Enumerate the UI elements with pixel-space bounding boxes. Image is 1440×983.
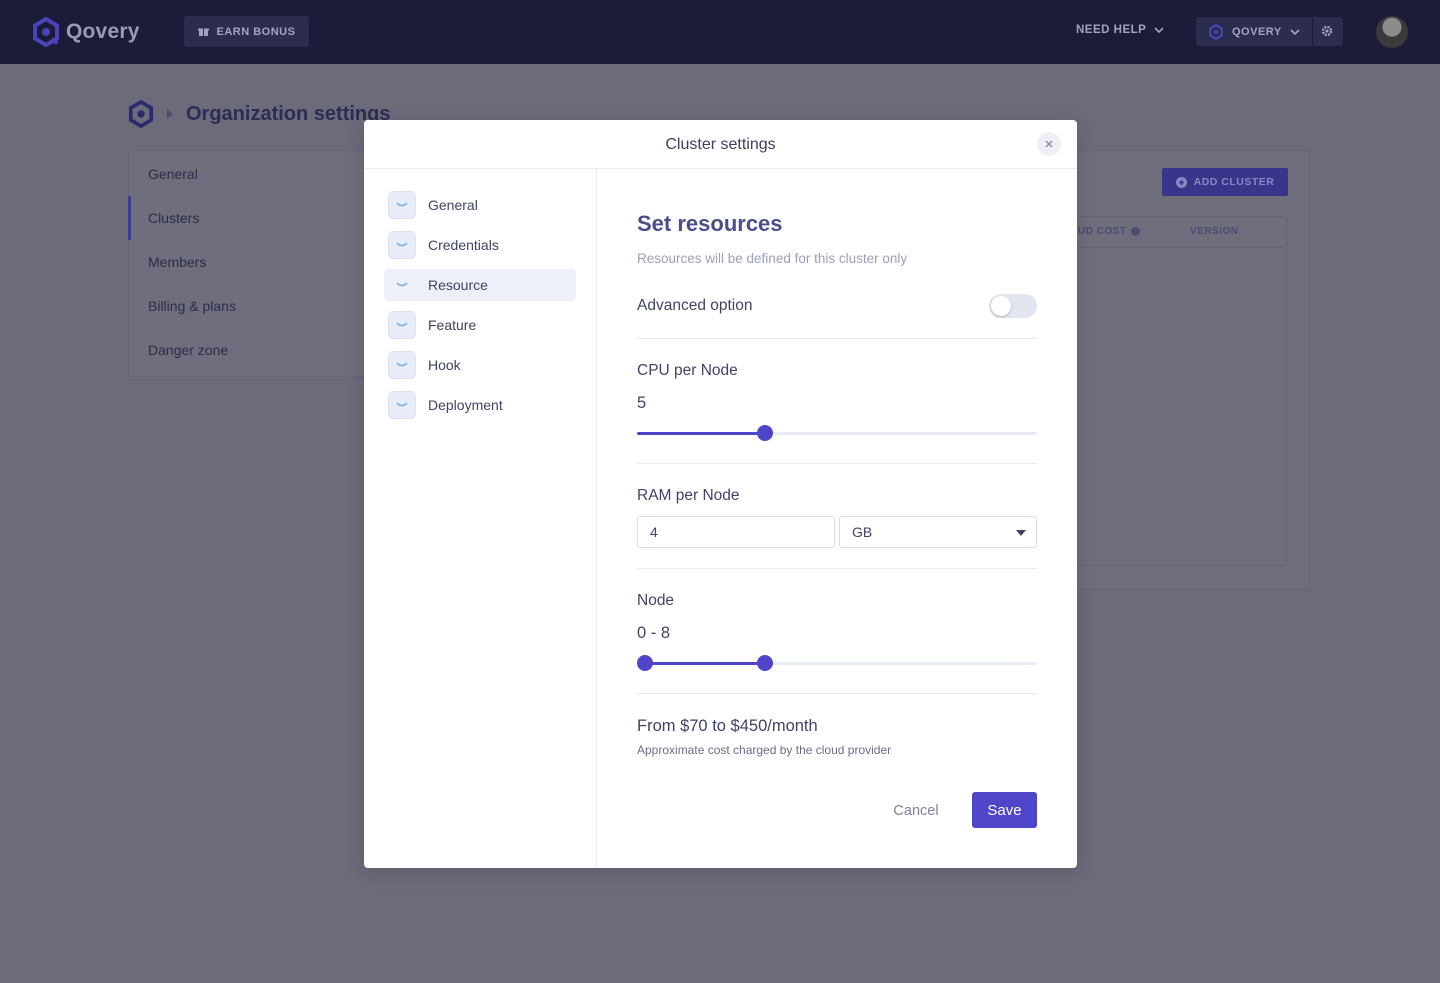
brand-name: Qovery [66,20,140,43]
step-deployment[interactable]: Deployment [384,389,576,421]
step-hook[interactable]: Hook [384,349,576,381]
table-header-cost-label: UD COST [1078,226,1127,237]
save-button[interactable]: Save [972,792,1037,828]
cpu-slider[interactable] [637,425,1037,441]
check-icon [388,191,416,219]
check-icon [388,351,416,379]
node-slider-fill [645,662,765,665]
settings-nav-danger-zone[interactable]: Danger zone [148,342,228,358]
node-label: Node [637,592,675,609]
check-icon [388,311,416,339]
cost-estimate: From $70 to $450/month [637,717,818,735]
divider [1312,17,1313,46]
cpu-label: CPU per Node [637,362,738,379]
check-icon [388,271,416,299]
section-subtitle: Resources will be defined for this clust… [637,251,908,266]
settings-nav-clusters[interactable]: Clusters [148,210,199,226]
step-label: General [428,197,478,213]
step-label: Feature [428,317,477,333]
step-resource[interactable]: Resource [384,269,576,301]
check-icon [388,231,416,259]
earn-bonus-button[interactable]: EARN BONUS [184,16,309,47]
plus-circle-icon [1175,176,1187,188]
node-slider-min-thumb[interactable] [637,655,653,671]
page-title: Organization settings [186,102,391,125]
divider [596,169,597,868]
qovery-logo-icon [33,17,59,47]
step-feature[interactable]: Feature [384,309,576,341]
table-header-version: VERSION [1190,226,1239,237]
modal-header: Cluster settings [364,120,1077,169]
step-label: Hook [428,357,461,373]
node-range-slider[interactable] [637,655,1037,671]
chevron-down-icon [1154,27,1164,33]
gear-icon[interactable] [1320,24,1334,38]
cost-note: Approximate cost charged by the cloud pr… [637,743,892,757]
ram-unit-value: GB [852,524,873,540]
table-header-cost: UD COST [1078,226,1140,237]
add-cluster-label: ADD CLUSTER [1193,176,1275,188]
settings-nav-general[interactable]: General [148,166,198,182]
brand-logo[interactable]: Qovery [32,17,140,47]
node-value: 0 - 8 [637,624,671,642]
settings-nav-members[interactable]: Members [148,254,206,270]
need-help-label: NEED HELP [1076,24,1147,36]
ram-unit-select[interactable]: GB [839,516,1037,548]
breadcrumb: Organization settings [128,100,390,128]
organization-selector[interactable]: QOVERY [1196,17,1343,46]
cluster-settings-modal: Cluster settings General Credentials Res… [364,120,1077,868]
ram-input[interactable]: 4 [637,516,835,548]
divider [637,338,1037,339]
clusters-table [1076,216,1287,566]
modal-title: Cluster settings [665,136,776,153]
user-avatar[interactable] [1376,16,1408,48]
ram-label: RAM per Node [637,487,740,504]
divider [637,693,1037,694]
cancel-button[interactable]: Cancel [881,800,951,822]
toggle-knob [991,296,1011,316]
advanced-option-toggle[interactable] [989,294,1037,318]
cpu-value: 5 [637,394,647,412]
qovery-org-icon [1209,23,1223,40]
qovery-logo-icon [128,100,154,128]
step-general[interactable]: General [384,189,576,221]
gift-icon [197,28,209,37]
close-button[interactable] [1037,132,1061,156]
divider [637,568,1037,569]
cpu-slider-thumb[interactable] [757,425,773,441]
step-label: Resource [428,277,488,293]
cpu-slider-fill [637,432,765,435]
divider [637,463,1037,464]
need-help-menu[interactable]: NEED HELP [1076,24,1164,36]
section-heading: Set resources [637,211,783,236]
chevron-right-icon [167,109,173,119]
step-label: Credentials [428,237,499,253]
add-cluster-button[interactable]: ADD CLUSTER [1162,168,1288,196]
node-slider-max-thumb[interactable] [757,655,773,671]
active-nav-indicator [128,196,131,240]
top-bar: Qovery EARN BONUS NEED HELP QOVERY [0,0,1440,64]
info-icon [1130,227,1140,236]
check-icon [388,391,416,419]
earn-bonus-label: EARN BONUS [216,25,296,38]
divider [1076,247,1287,248]
step-label: Deployment [428,397,503,413]
close-icon [1045,140,1053,148]
step-credentials[interactable]: Credentials [384,229,576,261]
settings-nav-billing[interactable]: Billing & plans [148,298,236,314]
caret-down-icon [1016,530,1026,536]
chevron-down-icon [1290,28,1300,35]
advanced-option-label: Advanced option [637,297,753,314]
organization-name: QOVERY [1232,25,1282,38]
